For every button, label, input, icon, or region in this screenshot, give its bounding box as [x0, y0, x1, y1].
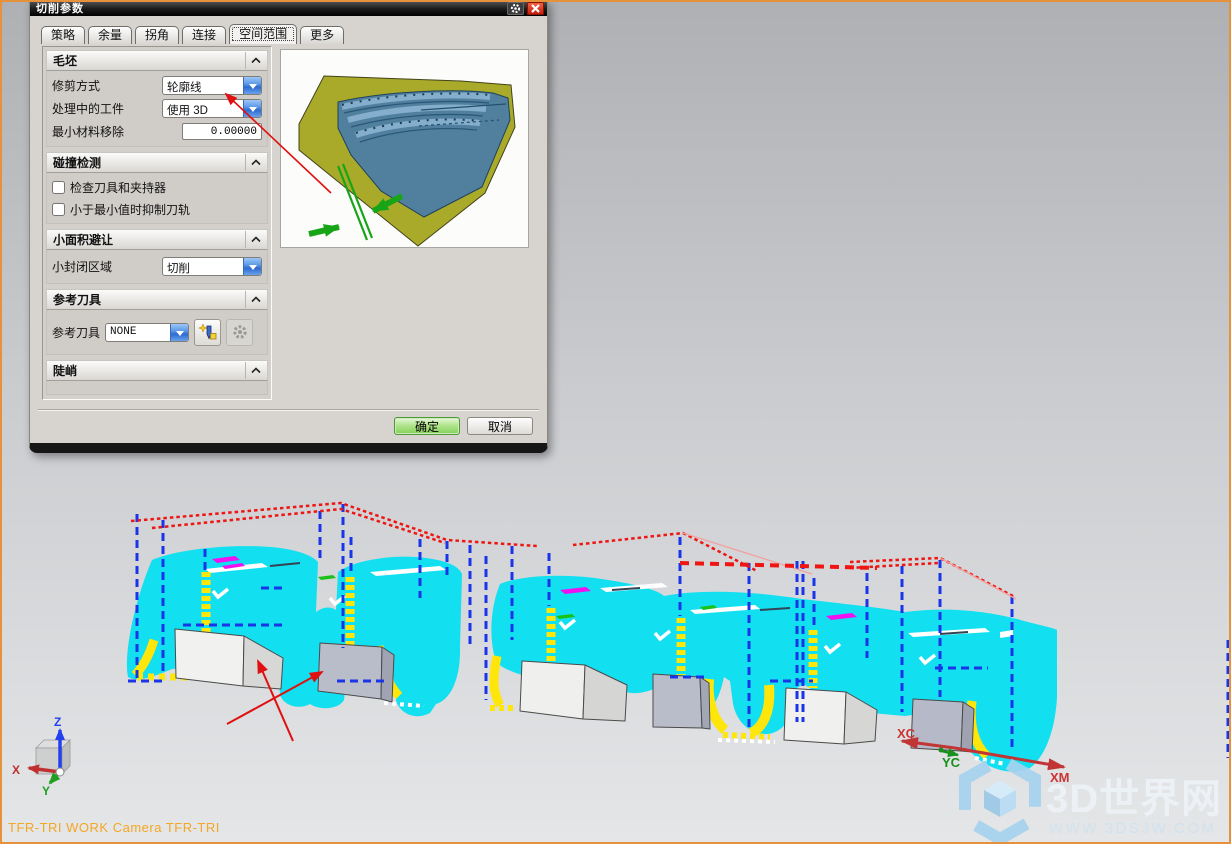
checkbox-label: 小于最小值时抑制刀轨	[70, 202, 191, 217]
dialog-title: 切削参数	[36, 3, 84, 15]
check-tool-holder-row[interactable]: 检查刀具和夹持器	[52, 176, 262, 198]
chevron-up-icon[interactable]	[245, 154, 266, 171]
field-label: 修剪方式	[52, 79, 101, 93]
dialog-buttons: 确定 取消	[394, 417, 533, 435]
new-tool-button[interactable]	[194, 318, 222, 346]
section-steep: 陡峭	[46, 360, 268, 395]
close-glyph	[531, 3, 540, 13]
section-collision: 碰撞检测 检查刀具和夹持器 小于最小值时抑制刀轨	[46, 152, 268, 224]
section-title: 小面积避让	[53, 233, 114, 247]
ok-button[interactable]: 确定	[394, 417, 460, 435]
section-steep-body	[46, 381, 268, 395]
triad-label-z: Z	[54, 715, 61, 729]
chevron-down-icon[interactable]	[170, 323, 189, 341]
chevron-down-icon[interactable]	[243, 100, 261, 117]
tab-connections[interactable]: 连接	[182, 26, 227, 44]
check-tool-holder-checkbox[interactable]	[52, 180, 65, 194]
trim-method-combo[interactable]: 轮廓线	[162, 76, 262, 95]
section-ref-tool-header: 参考刀具	[46, 289, 268, 310]
section-steep-header: 陡峭	[46, 360, 268, 381]
section-title: 碰撞检测	[53, 156, 102, 170]
tab-corners[interactable]: 拐角	[135, 26, 180, 44]
preview-art	[298, 75, 516, 247]
triad-origin-ball	[55, 767, 65, 777]
watermark-url: WWW.3DSJW.COM	[1049, 820, 1217, 837]
combo-value: NONE	[110, 325, 137, 338]
chevron-down-icon[interactable]	[243, 258, 261, 275]
preview-image	[280, 49, 529, 248]
small-enclosed-area-combo[interactable]: 切削	[162, 257, 262, 276]
chevron-up-icon[interactable]	[245, 362, 266, 379]
inprocess-workpiece-combo[interactable]: 使用 3D	[162, 99, 262, 118]
checkbox-label: 检查刀具和夹持器	[70, 180, 167, 195]
combo-value: 切削	[167, 263, 190, 275]
gear-glyph	[510, 3, 521, 13]
section-small-area: 小面积避让 小封闭区域 切削	[46, 229, 268, 284]
watermark: 3D世界网 WWW.3DSJW.COM	[959, 752, 1222, 844]
section-blank-header: 毛坯	[46, 50, 268, 71]
field-label: 最小材料移除	[52, 125, 125, 139]
section-small-area-body: 小封闭区域 切削	[46, 250, 268, 284]
dialog-titlebar[interactable]: 切削参数	[30, 0, 547, 16]
suppress-toolpath-row[interactable]: 小于最小值时抑制刀轨	[52, 198, 262, 220]
section-blank-body: 修剪方式 轮廓线 处理中的工件 使用 3D 最小材料移除	[46, 71, 268, 147]
chevron-up-icon[interactable]	[245, 52, 266, 69]
parameters-panel: 毛坯 修剪方式 轮廓线 处理中的工件 使用 3D 最小材料移除 0.00000 …	[42, 46, 272, 400]
close-icon[interactable]	[527, 1, 544, 15]
wcs-label-xc: XC	[897, 726, 916, 741]
ref-tool-combo[interactable]: NONE	[105, 322, 190, 342]
field-label: 小封闭区域	[52, 260, 113, 274]
cutting-parameters-dialog: 切削参数 策略 余量 拐角 连接 空间范围 更多 毛坯 修剪方式 轮廓线 处理中…	[29, 0, 548, 453]
section-small-area-header: 小面积避让	[46, 229, 268, 250]
status-bar-text: TFR-TRI WORK Camera TFR-TRI	[8, 820, 220, 835]
tab-more[interactable]: 更多	[300, 26, 345, 44]
combo-value: 使用 3D	[167, 105, 208, 117]
view-triad[interactable]: Z X Y	[12, 715, 71, 798]
triad-label-x: X	[12, 763, 20, 777]
suppress-toolpath-checkbox[interactable]	[52, 202, 65, 216]
tab-stock[interactable]: 余量	[88, 26, 133, 44]
inprocess-workpiece-row: 处理中的工件 使用 3D	[52, 97, 262, 120]
gear-icon[interactable]	[507, 1, 524, 15]
trim-method-row: 修剪方式 轮廓线	[52, 74, 262, 97]
section-ref-tool: 参考刀具 参考刀具 NONE	[46, 289, 268, 355]
combo-value: 轮廓线	[167, 82, 202, 94]
min-material-row: 最小材料移除	[52, 120, 262, 143]
tab-strategy[interactable]: 策略	[41, 26, 86, 44]
chevron-up-icon[interactable]	[245, 231, 266, 248]
button-separator	[38, 409, 539, 411]
watermark-title: 3D世界网	[1046, 777, 1222, 821]
field-label: 参考刀具	[52, 325, 101, 340]
tab-containment[interactable]: 空间范围	[229, 24, 298, 44]
section-title: 陡峭	[53, 364, 78, 378]
chevron-up-icon[interactable]	[245, 291, 266, 308]
dialog-tabs: 策略 余量 拐角 连接 空间范围 更多	[41, 24, 347, 44]
watermark-logo-cube	[984, 781, 1016, 817]
chevron-down-icon[interactable]	[243, 77, 261, 94]
wcs-label-yc: YC	[942, 755, 961, 770]
min-material-input[interactable]	[182, 123, 262, 140]
cancel-button[interactable]: 取消	[467, 417, 533, 435]
section-title: 参考刀具	[53, 293, 102, 307]
field-label: 处理中的工件	[52, 102, 125, 116]
wcs-origin	[938, 747, 944, 753]
section-blank: 毛坯 修剪方式 轮廓线 处理中的工件 使用 3D 最小材料移除 0.00000	[46, 50, 268, 147]
ref-tool-row: 参考刀具 NONE	[52, 313, 262, 351]
section-ref-tool-body: 参考刀具 NONE	[46, 310, 268, 355]
tool-settings-button[interactable]	[226, 318, 254, 346]
section-collision-body: 检查刀具和夹持器 小于最小值时抑制刀轨	[46, 173, 268, 224]
stock-box-4	[652, 673, 711, 730]
section-title: 毛坯	[53, 54, 78, 68]
tool-settings-icon	[232, 325, 247, 339]
small-enclosed-area-row: 小封闭区域 切削	[52, 253, 262, 280]
triad-label-y: Y	[42, 784, 50, 798]
new-tool-icon	[198, 322, 217, 339]
section-collision-header: 碰撞检测	[46, 152, 268, 173]
